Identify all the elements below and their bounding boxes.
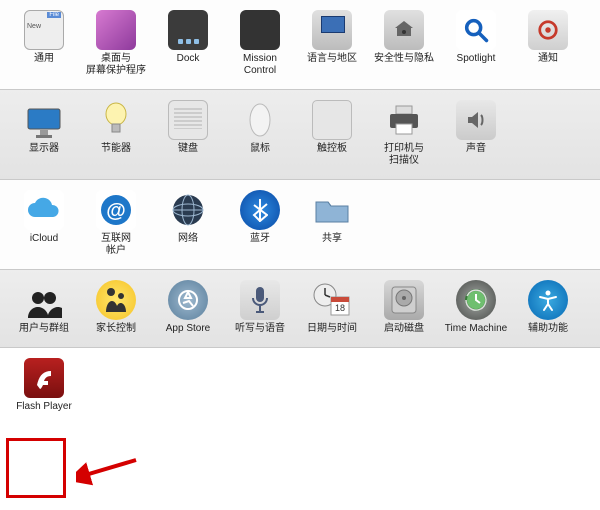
disk-icon [384,280,424,320]
appstore-icon [168,280,208,320]
pref-notifications[interactable]: 通知 [512,10,584,77]
users-icon [24,280,64,320]
pref-language-region[interactable]: 语言与地区 [296,10,368,77]
label: Mission Control [243,53,277,77]
at-sign-icon: @ [96,190,136,230]
pref-users-groups[interactable]: 用户与群组 [8,280,80,335]
globe-icon [168,190,208,230]
timemachine-icon [456,280,496,320]
label: 声音 [466,143,486,155]
section-internet: iCloud @ 互联网 帐户 网络 蓝牙 共享 [0,180,600,270]
label: 桌面与 屏幕保护程序 [86,53,146,77]
pref-internet-accounts[interactable]: @ 互联网 帐户 [80,190,152,257]
desktop-icon [96,10,136,50]
parental-icon [96,280,136,320]
house-lock-icon [384,10,424,50]
label: 互联网 帐户 [101,233,131,257]
label: 辅助功能 [528,323,568,335]
pref-icloud[interactable]: iCloud [8,190,80,257]
label: 打印机与 扫描仪 [384,143,424,167]
keyboard-icon [168,100,208,140]
pref-printers-scanners[interactable]: 打印机与 扫描仪 [368,100,440,167]
flag-icon [312,10,352,50]
pref-date-time[interactable]: 18 日期与时间 [296,280,368,335]
pref-mission-control[interactable]: Mission Control [224,10,296,77]
label: 蓝牙 [250,233,270,245]
label: 键盘 [178,143,198,155]
pref-bluetooth[interactable]: 蓝牙 [224,190,296,257]
label: 触控板 [317,143,347,155]
speaker-icon [456,100,496,140]
label: 安全性与隐私 [374,53,434,65]
label: 通用 [34,53,54,65]
label: 通知 [538,53,558,65]
pref-startup-disk[interactable]: 启动磁盘 [368,280,440,335]
label: 家长控制 [96,323,136,335]
cloud-icon [24,190,64,230]
label: 共享 [322,233,342,245]
label: 听写与语音 [235,323,285,335]
section-personal: 通用 桌面与 屏幕保护程序 Dock Mission Control 语言与地区… [0,0,600,90]
label: 日期与时间 [307,323,357,335]
search-icon [456,10,496,50]
general-icon [24,10,64,50]
pref-general[interactable]: 通用 [8,10,80,77]
label: iCloud [30,233,58,245]
pref-flash-player[interactable]: Flash Player [8,358,80,413]
section-other: Flash Player [0,348,600,425]
pref-network[interactable]: 网络 [152,190,224,257]
bluetooth-icon [240,190,280,230]
label: Flash Player [16,401,72,413]
pref-dictation-speech[interactable]: 听写与语音 [224,280,296,335]
label: Time Machine [445,323,507,335]
pref-security-privacy[interactable]: 安全性与隐私 [368,10,440,77]
flash-player-icon [24,358,64,398]
pref-sharing[interactable]: 共享 [296,190,368,257]
printer-icon [384,100,424,140]
pref-mouse[interactable]: 鼠标 [224,100,296,167]
dock-icon [168,10,208,50]
pref-spotlight[interactable]: Spotlight [440,10,512,77]
mission-control-icon [240,10,280,50]
notification-icon [528,10,568,50]
label: Spotlight [457,53,496,65]
label: 鼠标 [250,143,270,155]
accessibility-icon [528,280,568,320]
trackpad-icon [312,100,352,140]
label: Dock [177,53,200,65]
svg-text:18: 18 [335,303,345,313]
lightbulb-icon [96,100,136,140]
svg-text:@: @ [106,200,126,222]
pref-displays[interactable]: 显示器 [8,100,80,167]
label: 语言与地区 [307,53,357,65]
pref-energy-saver[interactable]: 节能器 [80,100,152,167]
pref-parental-controls[interactable]: 家长控制 [80,280,152,335]
highlight-rect [6,438,66,498]
label: 启动磁盘 [384,323,424,335]
display-icon [24,100,64,140]
pref-dock[interactable]: Dock [152,10,224,77]
label: 节能器 [101,143,131,155]
annotation-arrow [76,456,146,486]
mouse-icon [240,100,280,140]
label: App Store [166,323,210,335]
section-system: 用户与群组 家长控制 App Store 听写与语音 18 日期与时间 启动磁盘 [0,270,600,348]
label: 用户与群组 [19,323,69,335]
pref-accessibility[interactable]: 辅助功能 [512,280,584,335]
pref-keyboard[interactable]: 键盘 [152,100,224,167]
pref-desktop-screensaver[interactable]: 桌面与 屏幕保护程序 [80,10,152,77]
clock-calendar-icon: 18 [312,280,352,320]
microphone-icon [240,280,280,320]
section-hardware: 显示器 节能器 键盘 鼠标 触控板 打印机与 扫描仪 声音 [0,90,600,180]
folder-icon [312,190,352,230]
pref-sound[interactable]: 声音 [440,100,512,167]
label: 网络 [178,233,198,245]
label: 显示器 [29,143,59,155]
pref-time-machine[interactable]: Time Machine [440,280,512,335]
pref-app-store[interactable]: App Store [152,280,224,335]
pref-trackpad[interactable]: 触控板 [296,100,368,167]
